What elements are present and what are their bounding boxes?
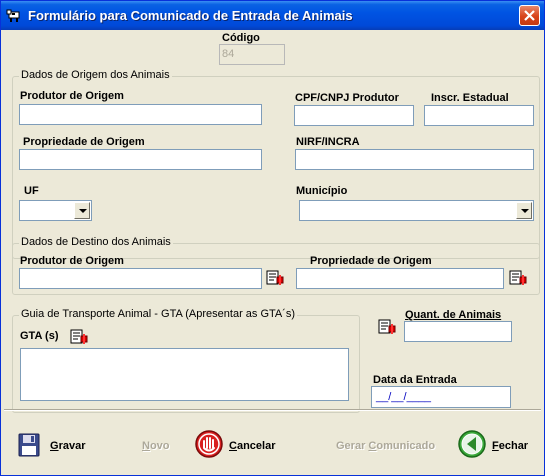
toolbar-separator — [4, 409, 541, 411]
cancelar-label: ancelar — [236, 440, 276, 452]
window-title: Formulário para Comunicado de Entrada de… — [28, 8, 353, 23]
nirf-incra-input[interactable] — [295, 149, 534, 170]
novo-button[interactable]: Novo — [132, 430, 176, 462]
uf-label: UF — [24, 185, 39, 197]
destino-propriedade-input[interactable] — [296, 268, 504, 289]
origem-propriedade-input[interactable] — [19, 149, 262, 170]
inscr-estadual-label: Inscr. Estadual — [431, 92, 509, 104]
novo-label: ovo — [149, 440, 170, 452]
cpf-cnpj-input[interactable] — [294, 105, 414, 126]
gta-group-title: Guia de Transporte Animal - GTA (Apresen… — [19, 308, 298, 320]
cpf-cnpj-label: CPF/CNPJ Produtor — [295, 92, 399, 104]
cancelar-accel: C — [229, 440, 237, 452]
gerar-comunicado-button[interactable]: Gerar Comunicado — [330, 430, 448, 462]
destino-propriedade-label: Propriedade de Origem — [310, 255, 432, 267]
cancelar-button[interactable]: Cancelar — [192, 428, 288, 460]
origem-group-title: Dados de Origem dos Animais — [19, 69, 172, 81]
floppy-disk-icon — [18, 433, 40, 457]
data-entrada-label: Data da Entrada — [373, 374, 457, 386]
form-window: Formulário para Comunicado de Entrada de… — [0, 0, 545, 476]
fechar-label: echar — [498, 440, 529, 452]
quantidade-label: Quant. de Animais — [405, 309, 502, 321]
fechar-button[interactable]: Fechar — [455, 428, 537, 460]
gravar-accel: G — [50, 440, 59, 452]
origem-produtor-input[interactable] — [19, 104, 262, 125]
quantidade-input[interactable] — [404, 321, 512, 342]
search-record-icon[interactable] — [378, 318, 398, 336]
codigo-label: Código — [222, 32, 260, 44]
gerar-label-rest: omunicado — [376, 440, 436, 452]
gta-label: GTA (s) — [20, 330, 59, 342]
search-record-icon[interactable] — [266, 269, 286, 287]
cow-icon — [6, 9, 20, 22]
gravar-button[interactable]: Gravar — [16, 430, 94, 462]
uf-select[interactable] — [19, 200, 92, 221]
search-record-icon[interactable] — [70, 328, 90, 346]
inscr-estadual-input[interactable] — [424, 105, 534, 126]
stop-hand-icon — [195, 430, 223, 458]
title-bar[interactable]: Formulário para Comunicado de Entrada de… — [1, 1, 544, 30]
chevron-down-icon[interactable] — [74, 202, 90, 219]
municipio-label: Município — [296, 185, 348, 197]
municipio-select[interactable] — [299, 200, 534, 221]
destino-produtor-label: Produtor de Origem — [20, 255, 124, 267]
chevron-down-icon[interactable] — [516, 202, 532, 219]
data-entrada-input[interactable]: __/__/____ — [371, 386, 511, 408]
origem-produtor-label: Produtor de Origem — [20, 90, 124, 102]
gta-textarea[interactable] — [20, 348, 349, 401]
destino-produtor-input[interactable] — [19, 268, 262, 289]
close-button[interactable] — [519, 5, 540, 26]
gravar-label: ravar — [58, 440, 86, 452]
gerar-label-pre: Gerar — [336, 440, 369, 452]
codigo-field: 84 — [219, 44, 285, 65]
destino-group-title: Dados de Destino dos Animais — [19, 236, 173, 248]
nirf-incra-label: NIRF/INCRA — [296, 136, 360, 148]
origem-propriedade-label: Propriedade de Origem — [23, 136, 145, 148]
back-arrow-icon — [458, 430, 486, 458]
close-icon — [524, 10, 535, 21]
form-client-area: Código 84 Dados de Origem dos Animais Pr… — [4, 30, 541, 473]
fechar-accel: F — [492, 440, 499, 452]
search-record-icon[interactable] — [509, 269, 529, 287]
novo-accel: N — [142, 440, 150, 452]
